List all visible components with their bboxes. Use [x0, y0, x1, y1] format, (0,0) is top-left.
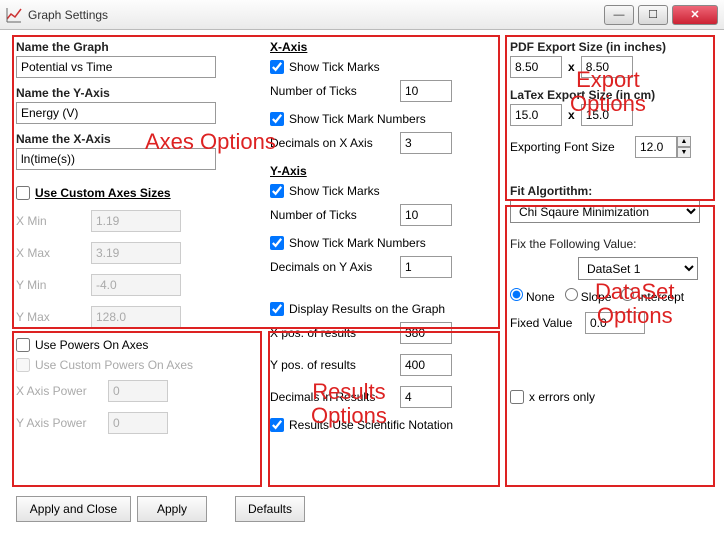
x-show-ticks-label: Show Tick Marks — [289, 60, 380, 74]
name-graph-label: Name the Graph — [16, 40, 262, 54]
y-axis-power-input — [108, 412, 168, 434]
close-button[interactable]: ✕ — [672, 5, 718, 25]
axis-ticks-panel: X-Axis Show Tick Marks Number of Ticks S… — [270, 40, 500, 438]
results-decimals-label: Decimals in Results — [270, 390, 400, 404]
name-y-label: Name the Y-Axis — [16, 86, 262, 100]
ymax-label: Y Max — [16, 310, 91, 324]
x-decimals-label: Decimals on X Axis — [270, 136, 400, 150]
name-graph-input[interactable] — [16, 56, 216, 78]
name-x-input[interactable] — [16, 148, 216, 170]
use-custom-powers-label: Use Custom Powers On Axes — [35, 358, 193, 372]
xmin-label: X Min — [16, 214, 91, 228]
y-num-ticks-label: Number of Ticks — [270, 208, 400, 222]
pdf-export-label: PDF Export Size (in inches) — [510, 40, 710, 54]
export-font-label: Exporting Font Size — [510, 140, 635, 154]
fit-algo-label: Fit Algortithm: — [510, 184, 710, 198]
radio-slope[interactable]: Slope — [565, 288, 612, 304]
xmin-input — [91, 210, 181, 232]
xmax-input — [91, 242, 181, 264]
x-axis-head: X-Axis — [270, 40, 500, 54]
spin-up-icon[interactable]: ▲ — [677, 136, 691, 147]
x-show-tick-nums-checkbox[interactable] — [270, 112, 284, 126]
latex-export-label: LaTex Export Size (in cm) — [510, 88, 710, 102]
radio-intercept[interactable]: Intercept — [621, 288, 684, 304]
x-errors-only-checkbox[interactable] — [510, 390, 524, 404]
y-decimals-label: Decimals on Y Axis — [270, 260, 400, 274]
ymax-input — [91, 306, 181, 328]
y-show-ticks-checkbox[interactable] — [270, 184, 284, 198]
titlebar: Graph Settings — ☐ ✕ — [0, 0, 724, 30]
x-show-ticks-checkbox[interactable] — [270, 60, 284, 74]
results-ypos-label: Y pos. of results — [270, 358, 400, 372]
results-ypos-input[interactable] — [400, 354, 452, 376]
x-decimals-input[interactable] — [400, 132, 452, 154]
latex-x: x — [568, 108, 575, 122]
results-decimals-input[interactable] — [400, 386, 452, 408]
x-num-ticks-label: Number of Ticks — [270, 84, 400, 98]
apply-and-close-button[interactable]: Apply and Close — [16, 496, 131, 522]
results-sci-checkbox[interactable] — [270, 418, 284, 432]
xmax-label: X Max — [16, 246, 91, 260]
button-bar: Apply and Close Apply Defaults — [16, 496, 305, 522]
pdf-height-input[interactable] — [581, 56, 633, 78]
y-num-ticks-input[interactable] — [400, 204, 452, 226]
results-xpos-label: X pos. of results — [270, 326, 400, 340]
name-x-label: Name the X-Axis — [16, 132, 262, 146]
fixed-value-input[interactable] — [585, 312, 645, 334]
latex-height-input[interactable] — [581, 104, 633, 126]
axes-options-panel: Name the Graph Name the Y-Axis Name the … — [16, 40, 262, 444]
export-font-input[interactable] — [635, 136, 677, 158]
x-axis-power-input — [108, 380, 168, 402]
fit-algo-select[interactable]: Chi Sqaure Minimization — [510, 200, 700, 223]
minimize-button[interactable]: — — [604, 5, 634, 25]
export-font-spinner[interactable]: ▲▼ — [635, 136, 691, 158]
y-show-tick-nums-checkbox[interactable] — [270, 236, 284, 250]
dataset-select[interactable]: DataSet 1 — [578, 257, 698, 280]
y-decimals-input[interactable] — [400, 256, 452, 278]
use-custom-powers-checkbox — [16, 358, 30, 372]
y-axis-head: Y-Axis — [270, 164, 500, 178]
name-y-input[interactable] — [16, 102, 216, 124]
y-axis-power-label: Y Axis Power — [16, 416, 108, 430]
maximize-button[interactable]: ☐ — [638, 5, 668, 25]
app-icon — [6, 7, 22, 23]
use-custom-axes-sizes-label: Use Custom Axes Sizes — [35, 186, 171, 200]
radio-none[interactable]: None — [510, 288, 555, 304]
right-panel: PDF Export Size (in inches) x LaTex Expo… — [510, 40, 710, 410]
results-xpos-input[interactable] — [400, 322, 452, 344]
pdf-width-input[interactable] — [510, 56, 562, 78]
ymin-input — [91, 274, 181, 296]
use-custom-axes-sizes-checkbox[interactable] — [16, 186, 30, 200]
display-results-label: Display Results on the Graph — [289, 302, 445, 316]
results-sci-label: Results Use Scientific Notation — [289, 418, 453, 432]
fixed-value-label: Fixed Value — [510, 316, 585, 330]
latex-width-input[interactable] — [510, 104, 562, 126]
window-title: Graph Settings — [28, 8, 600, 22]
fix-value-label: Fix the Following Value: — [510, 237, 710, 251]
use-powers-checkbox[interactable] — [16, 338, 30, 352]
pdf-x: x — [568, 60, 575, 74]
defaults-button[interactable]: Defaults — [235, 496, 305, 522]
spin-down-icon[interactable]: ▼ — [677, 147, 691, 158]
display-results-checkbox[interactable] — [270, 302, 284, 316]
x-show-tick-nums-label: Show Tick Mark Numbers — [289, 112, 426, 126]
x-axis-power-label: X Axis Power — [16, 384, 108, 398]
use-powers-label: Use Powers On Axes — [35, 338, 148, 352]
apply-button[interactable]: Apply — [137, 496, 207, 522]
y-show-tick-nums-label: Show Tick Mark Numbers — [289, 236, 426, 250]
ymin-label: Y Min — [16, 278, 91, 292]
x-errors-only-label: x errors only — [529, 390, 595, 404]
y-show-ticks-label: Show Tick Marks — [289, 184, 380, 198]
x-num-ticks-input[interactable] — [400, 80, 452, 102]
